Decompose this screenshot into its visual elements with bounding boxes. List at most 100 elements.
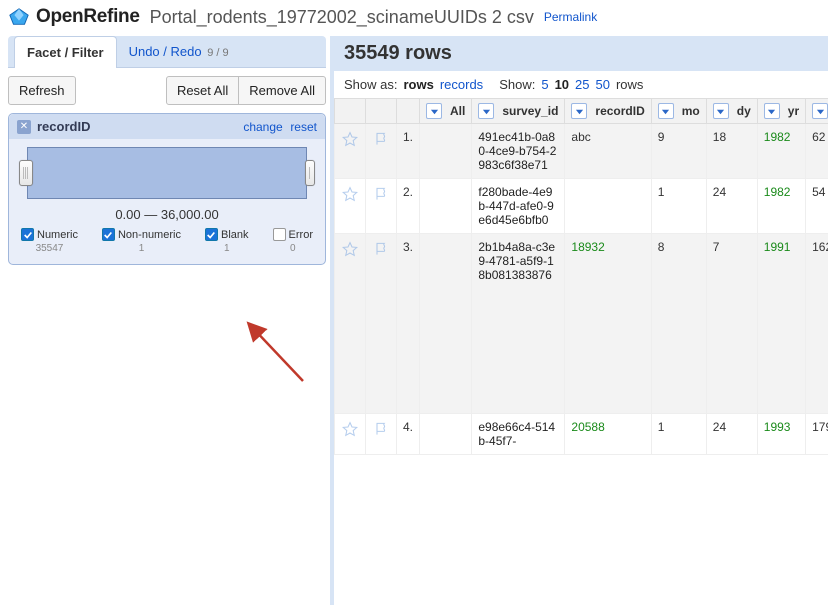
undo-redo-count: 9 / 9 xyxy=(207,47,228,59)
app-name: OpenRefine xyxy=(36,6,140,28)
star-icon[interactable] xyxy=(341,130,359,148)
permalink-link[interactable]: Permalink xyxy=(544,10,597,24)
facet-name: recordID xyxy=(37,119,239,134)
facet-check-blank-label: Blank xyxy=(221,229,249,241)
annotation-arrow xyxy=(238,313,318,393)
row-index: 1. xyxy=(397,124,420,179)
facet-check-nonnumeric-count: 1 xyxy=(139,243,145,254)
cell-yr: 1982 xyxy=(757,124,805,179)
cell-survey-id: e98e66c4-514b-45f7- xyxy=(472,414,565,455)
cell-recordid: 18932 xyxy=(565,234,651,414)
cell-dy: 24 xyxy=(706,414,757,455)
facet-recordid: ✕ recordID change reset 0.00 — 36,000.00 xyxy=(8,113,326,265)
col-recordid: recordID xyxy=(595,104,644,118)
facet-check-nonnumeric-label: Non-numeric xyxy=(118,229,181,241)
facet-histogram[interactable] xyxy=(27,147,307,199)
col-menu-period[interactable] xyxy=(812,103,828,119)
show-5[interactable]: 5 xyxy=(541,77,548,92)
cell-dy: 7 xyxy=(706,234,757,414)
table-row: 4. e98e66c4-514b-45f7-205881241993179 xyxy=(335,414,828,455)
col-all: All xyxy=(450,104,465,118)
col-menu-all[interactable] xyxy=(426,103,442,119)
flag-icon[interactable] xyxy=(372,185,390,203)
facet-check-numeric-count: 35547 xyxy=(36,243,64,254)
star-icon[interactable] xyxy=(341,240,359,258)
show-n-label: Show: xyxy=(499,77,535,92)
facet-reset-link[interactable]: reset xyxy=(290,120,317,134)
col-menu-survey[interactable] xyxy=(478,103,494,119)
show-suffix: rows xyxy=(616,77,643,92)
flag-icon[interactable] xyxy=(372,240,390,258)
cell-recordid: abc xyxy=(565,124,651,179)
app-logo xyxy=(8,6,30,28)
show-as-rows[interactable]: rows xyxy=(403,77,433,92)
facet-check-error[interactable] xyxy=(273,228,286,241)
show-as-records[interactable]: records xyxy=(440,77,483,92)
data-grid: All survey_id recordID mo dy yr period 1… xyxy=(334,98,828,455)
facet-check-error-count: 0 xyxy=(290,243,296,254)
row-summary: 35549 rows xyxy=(334,36,828,71)
table-row: 2. f280bade-4e9b-447d-afe0-9e6d45e6bfb0 12… xyxy=(335,179,828,234)
facet-change-link[interactable]: change xyxy=(243,120,282,134)
tab-undo-redo-label[interactable]: Undo / Redo xyxy=(129,44,202,59)
range-handle-right[interactable] xyxy=(305,160,315,186)
project-title: Portal_rodents_19772002_scinameUUIDs 2 c… xyxy=(150,7,534,28)
refresh-button[interactable]: Refresh xyxy=(8,76,76,105)
cell-all xyxy=(420,414,472,455)
cell-yr: 1993 xyxy=(757,414,805,455)
cell-survey-id: f280bade-4e9b-447d-afe0-9e6d45e6bfb0 xyxy=(472,179,565,234)
facet-range-label: 0.00 — 36,000.00 xyxy=(19,207,315,222)
cell-recordid xyxy=(565,179,651,234)
col-mo: mo xyxy=(682,104,700,118)
facet-check-numeric[interactable] xyxy=(21,228,34,241)
cell-period: 54 xyxy=(806,179,828,234)
range-handle-left[interactable] xyxy=(19,160,33,186)
cell-period: 162 xyxy=(806,234,828,414)
cell-period: 179 xyxy=(806,414,828,455)
col-menu-mo[interactable] xyxy=(658,103,674,119)
cell-yr: 1982 xyxy=(757,179,805,234)
facet-check-error-label: Error xyxy=(289,229,313,241)
col-menu-recordid[interactable] xyxy=(571,103,587,119)
col-survey-id: survey_id xyxy=(502,104,558,118)
facet-check-blank[interactable] xyxy=(205,228,218,241)
remove-all-button[interactable]: Remove All xyxy=(238,76,326,105)
show-50[interactable]: 50 xyxy=(596,77,610,92)
tab-facet-filter[interactable]: Facet / Filter xyxy=(14,36,117,68)
cell-survey-id: 2b1b4a8a-c3e9-4781-a5f9-18b081383876 xyxy=(472,234,565,414)
flag-icon[interactable] xyxy=(372,420,390,438)
facet-check-blank-count: 1 xyxy=(224,243,230,254)
cell-dy: 18 xyxy=(706,124,757,179)
cell-period: 62 xyxy=(806,124,828,179)
show-10[interactable]: 10 xyxy=(555,77,569,92)
tab-undo-redo[interactable]: Undo / Redo 9 / 9 xyxy=(117,36,241,67)
cell-survey-id: 491ec41b-0a80-4ce9-b754-2983c6f38e71 xyxy=(472,124,565,179)
cell-recordid: 20588 xyxy=(565,414,651,455)
facet-check-nonnumeric[interactable] xyxy=(102,228,115,241)
cell-all xyxy=(420,234,472,414)
row-index: 4. xyxy=(397,414,420,455)
cell-mo: 1 xyxy=(651,179,706,234)
facet-close-button[interactable]: ✕ xyxy=(17,120,31,134)
left-tabs: Facet / Filter Undo / Redo 9 / 9 xyxy=(8,36,326,67)
cell-mo: 1 xyxy=(651,414,706,455)
cell-all xyxy=(420,179,472,234)
col-dy: dy xyxy=(737,104,751,118)
flag-icon[interactable] xyxy=(372,130,390,148)
reset-all-button[interactable]: Reset All xyxy=(166,76,239,105)
star-icon[interactable] xyxy=(341,185,359,203)
col-yr: yr xyxy=(788,104,799,118)
col-menu-dy[interactable] xyxy=(713,103,729,119)
star-icon[interactable] xyxy=(341,420,359,438)
cell-mo: 9 xyxy=(651,124,706,179)
row-index: 3. xyxy=(397,234,420,414)
cell-mo: 8 xyxy=(651,234,706,414)
cell-all xyxy=(420,124,472,179)
table-row: 1. 491ec41b-0a80-4ce9-b754-2983c6f38e71ab… xyxy=(335,124,828,179)
show-25[interactable]: 25 xyxy=(575,77,589,92)
row-index: 2. xyxy=(397,179,420,234)
cell-dy: 24 xyxy=(706,179,757,234)
table-row: 3. 2b1b4a8a-c3e9-4781-a5f9-18b08138387618… xyxy=(335,234,828,414)
col-menu-yr[interactable] xyxy=(764,103,780,119)
show-as-label: Show as: xyxy=(344,77,397,92)
